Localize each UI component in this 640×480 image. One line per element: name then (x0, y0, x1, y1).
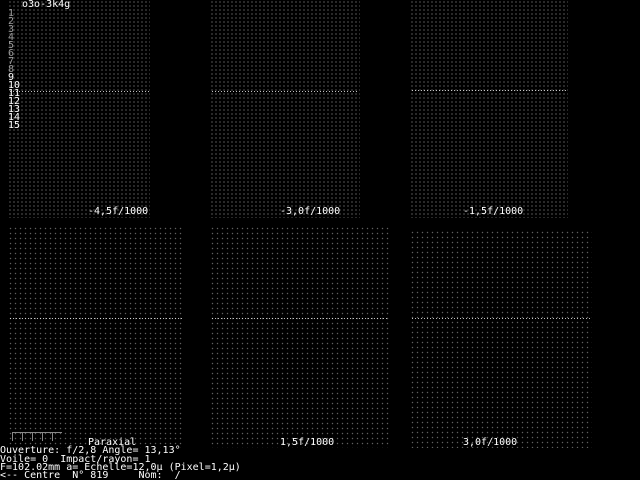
spot-panel-3 (410, 0, 568, 218)
focus-label: 1,5f/1000 (280, 437, 335, 448)
focus-label: -4,5f/1000 (88, 206, 149, 217)
focus-label: -3,0f/1000 (280, 206, 341, 217)
ray-number: 15 (8, 120, 21, 131)
scale-bar (12, 432, 62, 441)
trace-line (412, 318, 590, 319)
spot-diagram-screen: o3o-3k4g 1 2 3 4 5 6 7 8 9 10 11 12 13 1… (0, 0, 640, 480)
trace-line (10, 91, 150, 92)
lens-title: o3o-3k4g (22, 0, 71, 10)
trace-line (10, 318, 182, 319)
trace-line (212, 91, 358, 92)
trace-line (412, 90, 566, 91)
focus-label: 3,0f/1000 (463, 437, 518, 448)
ray-number-list: 1 2 3 4 5 6 7 8 9 10 11 12 13 14 15 (8, 9, 21, 131)
spot-panel-6 (410, 230, 592, 448)
spot-panel-5 (210, 226, 390, 448)
spot-panel-4 (8, 226, 183, 448)
status-line-nav[interactable]: <-- Centre N° 819 Nom: _/_ (0, 471, 187, 480)
focus-label: -1,5f/1000 (463, 206, 524, 217)
trace-line (212, 318, 388, 319)
spot-panel-1 (8, 0, 150, 218)
spot-panel-2 (210, 0, 360, 218)
